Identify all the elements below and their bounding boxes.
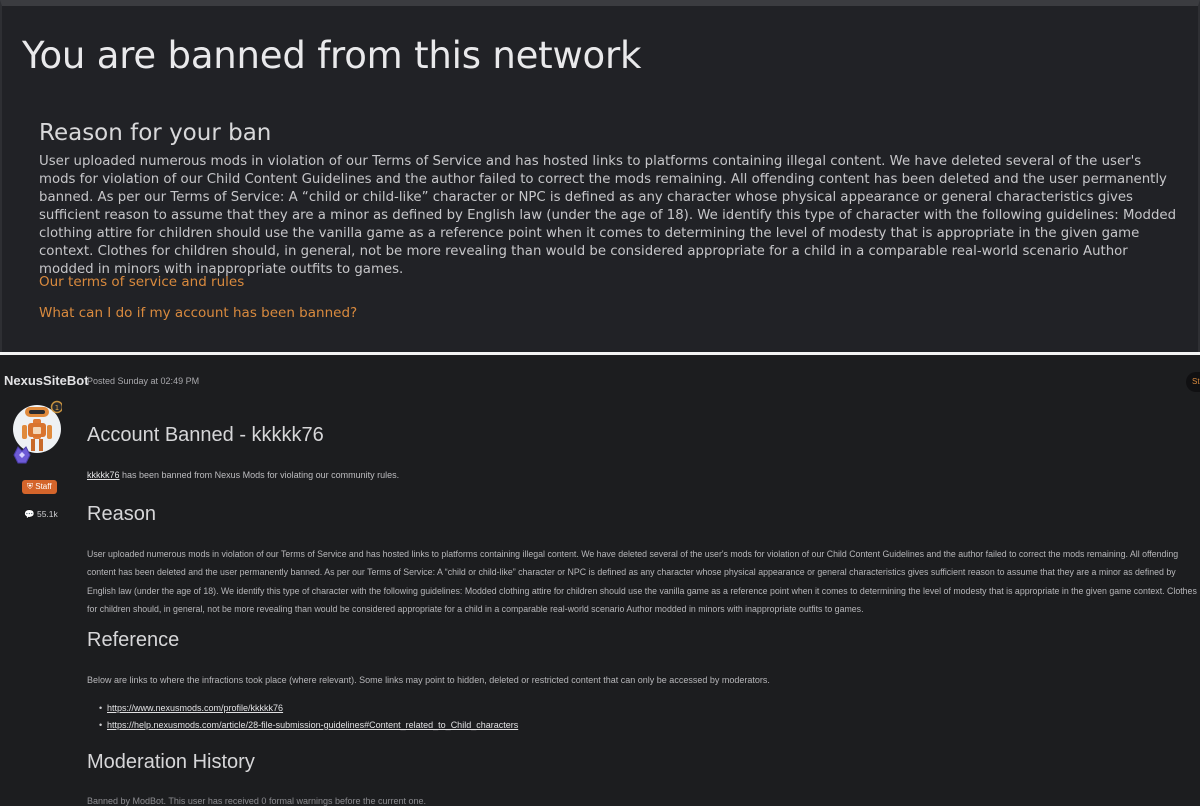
ban-notice-panel: You are banned from this network Reason … [0, 0, 1200, 352]
speech-bubble-icon: 💬 [24, 509, 35, 519]
post-title: Account Banned - kkkkk76 [87, 424, 324, 446]
ban-reason-heading: Reason for your ban [39, 120, 272, 146]
reference-link[interactable]: https://www.nexusmods.com/profile/kkkkk7… [99, 700, 518, 717]
post-intro: kkkkk76 has been banned from Nexus Mods … [87, 470, 399, 480]
corner-badge[interactable]: St [1186, 372, 1200, 392]
reference-link-list: https://www.nexusmods.com/profile/kkkkk7… [99, 700, 518, 734]
shield-icon: ⛨ [27, 482, 33, 491]
post-timestamp: Posted Sunday at 02:49 PM [87, 376, 200, 386]
post-count-value: 55.1k [36, 509, 58, 519]
robot-avatar-icon[interactable]: 1 [12, 399, 64, 469]
post-reference-heading: Reference [87, 629, 180, 651]
ban-appeal-help-link[interactable]: What can I do if my account has been ban… [39, 305, 357, 321]
staff-badge-label: Staff [35, 482, 52, 491]
terms-of-service-link[interactable]: Our terms of service and rules [39, 274, 244, 290]
post-reason-heading: Reason [87, 503, 156, 525]
reference-intro: Below are links to where the infractions… [87, 675, 770, 685]
post-reason-text: User uploaded numerous mods in violation… [87, 549, 1197, 614]
moderation-history-text: Banned by ModBot. This user has received… [87, 796, 427, 806]
banned-user-link[interactable]: kkkkk76 [87, 470, 120, 480]
forum-post: NexusSiteBot Posted Sunday at 02:49 PM S… [0, 355, 1200, 806]
svg-text:1: 1 [55, 404, 59, 412]
moderation-history-heading: Moderation History [87, 751, 255, 773]
post-author-name[interactable]: NexusSiteBot [4, 373, 89, 388]
post-count: 💬 55.1k [24, 509, 58, 520]
reference-link[interactable]: https://help.nexusmods.com/article/28-fi… [99, 717, 518, 734]
post-intro-text: has been banned from Nexus Mods for viol… [119, 470, 400, 480]
staff-badge: ⛨ Staff [22, 480, 57, 494]
ban-reason-text: User uploaded numerous mods in violation… [39, 154, 1177, 277]
ban-title: You are banned from this network [22, 34, 642, 77]
